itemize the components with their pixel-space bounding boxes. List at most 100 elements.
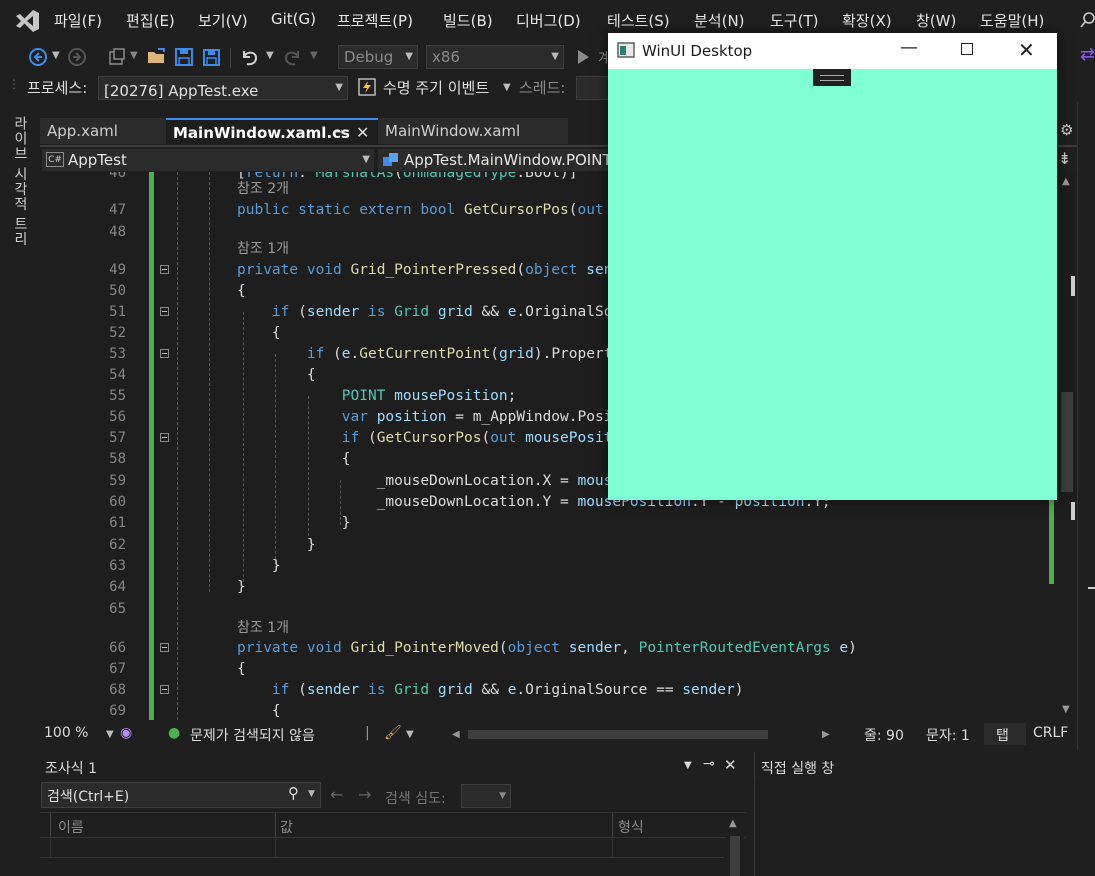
platform-select[interactable]: x86 ▼ xyxy=(426,45,564,69)
horizontal-scrollbar-thumb[interactable] xyxy=(468,730,768,739)
codelens-references[interactable]: 참조 1개 xyxy=(237,239,289,260)
menu-file[interactable]: 파일(F) xyxy=(54,10,102,31)
collapse-icon[interactable] xyxy=(160,643,169,652)
cursor-line[interactable]: 줄: 90 xyxy=(864,725,904,745)
configuration-select[interactable]: Debug ▼ xyxy=(338,45,418,69)
column-header-value[interactable]: 값 xyxy=(280,817,293,837)
scrollbar-thumb[interactable] xyxy=(1061,392,1073,492)
codelens-references[interactable]: 참조 2개 xyxy=(237,179,289,200)
open-folder-icon[interactable] xyxy=(146,46,168,68)
save-all-icon[interactable] xyxy=(200,46,222,68)
zoom-dropdown-icon[interactable]: ▼ xyxy=(106,729,114,740)
search-icon[interactable] xyxy=(1080,10,1095,30)
back-dropdown-icon[interactable]: ▼ xyxy=(52,50,60,61)
undo-icon[interactable] xyxy=(238,46,260,68)
scrollbar-thumb[interactable] xyxy=(730,836,740,876)
menu-test[interactable]: 테스트(S) xyxy=(607,10,670,31)
member-select[interactable]: AppTest.MainWindow.POINT xyxy=(378,149,612,171)
cursor-column[interactable]: 문자: 1 xyxy=(926,725,970,745)
forward-icon xyxy=(68,48,86,66)
menu-view[interactable]: 보기(V) xyxy=(198,10,248,31)
process-select[interactable]: [20276] AppTest.exe ▼ xyxy=(98,76,348,100)
code-line: 64} xyxy=(109,579,246,595)
app-window-titlebar[interactable]: WinUI Desktop — ✕ xyxy=(608,33,1057,69)
watch-empty-row[interactable] xyxy=(40,838,724,858)
scroll-down-icon[interactable]: ▼ xyxy=(1062,704,1070,715)
code-line: 62 } xyxy=(109,537,316,553)
xaml-debug-toolbar-handle[interactable] xyxy=(813,69,851,86)
live-visual-tree-tab[interactable]: 라이브 시각적 트리 xyxy=(10,116,30,247)
menu-debug[interactable]: 디버그(D) xyxy=(516,10,581,31)
search-icon[interactable]: ⚲ xyxy=(288,784,299,802)
menu-git[interactable]: Git(G) xyxy=(271,10,316,28)
immediate-input-area[interactable] xyxy=(755,780,1095,876)
maximize-icon[interactable] xyxy=(961,43,973,55)
lifecycle-events-label[interactable]: 수명 주기 이벤트 xyxy=(383,77,489,98)
tab-app-xaml[interactable]: App.xaml xyxy=(40,118,166,144)
menu-analyze[interactable]: 분석(N) xyxy=(694,10,745,31)
app-window-winui-desktop[interactable]: WinUI Desktop — ✕ xyxy=(608,33,1057,500)
new-project-dropdown-icon[interactable]: ▼ xyxy=(130,50,138,61)
scroll-up-icon[interactable]: ▲ xyxy=(1062,176,1070,187)
menu-extensions[interactable]: 확장(X) xyxy=(842,10,892,31)
menu-edit[interactable]: 편집(E) xyxy=(126,10,175,31)
collapse-icon[interactable] xyxy=(160,307,169,316)
close-icon[interactable]: ✕ xyxy=(724,756,737,774)
project-value: AppTest xyxy=(68,151,127,169)
scroll-right-icon[interactable]: ▶ xyxy=(822,729,830,740)
save-icon[interactable] xyxy=(173,46,195,68)
editor-vertical-scrollbar[interactable]: ▲ ▼ xyxy=(1057,172,1077,720)
column-header-type[interactable]: 형식 xyxy=(618,817,644,837)
tab-mainwindow-xaml-cs[interactable]: MainWindow.xaml.cs ⊸ ✕ xyxy=(166,118,378,144)
indent-mode[interactable]: 탭 xyxy=(984,723,1026,745)
search-depth-select[interactable]: ▼ xyxy=(461,784,511,808)
pin-icon[interactable]: ⊸ xyxy=(334,120,345,146)
lifecycle-events-icon[interactable] xyxy=(358,78,376,96)
lifecycle-dropdown-icon[interactable]: ▼ xyxy=(503,82,511,93)
tab-mainwindow-xaml[interactable]: MainWindow.xaml xyxy=(378,118,568,144)
minimize-icon[interactable]: — xyxy=(900,37,918,58)
menu-help[interactable]: 도움말(H) xyxy=(980,10,1044,31)
issues-status[interactable]: 문제가 검색되지 않음 xyxy=(190,725,315,745)
collapse-icon[interactable] xyxy=(160,349,169,358)
intellicode-icon[interactable]: ◉ xyxy=(120,725,132,741)
column-divider[interactable] xyxy=(275,813,276,837)
codelens-references[interactable]: 참조 1개 xyxy=(237,618,289,639)
watch-search-input[interactable]: 검색(Ctrl+E) ⚲ ▼ xyxy=(41,782,321,808)
close-icon[interactable]: ✕ xyxy=(1018,38,1035,62)
menu-tools[interactable]: 도구(T) xyxy=(770,10,818,31)
cleanup-brush-icon[interactable]: 🖌 xyxy=(384,725,402,741)
pin-icon[interactable]: ⊸ xyxy=(703,756,715,772)
collapse-icon[interactable] xyxy=(160,265,169,274)
cleanup-dropdown-icon[interactable]: ▼ xyxy=(406,729,414,740)
zoom-level[interactable]: 100 % xyxy=(44,725,88,741)
split-icon[interactable]: ⇟ xyxy=(1058,149,1071,168)
back-icon[interactable] xyxy=(27,46,49,68)
watch-header-row: 이름 값 형식 xyxy=(40,812,746,838)
line-endings[interactable]: CRLF xyxy=(1033,725,1068,741)
menu-build[interactable]: 빌드(B) xyxy=(443,10,493,31)
menu-project[interactable]: 프로젝트(P) xyxy=(337,10,413,31)
scroll-up-icon[interactable]: ▲ xyxy=(729,818,737,829)
chevron-down-icon[interactable]: ▼ xyxy=(308,789,315,799)
gear-icon[interactable]: ⚙ xyxy=(1060,121,1073,139)
column-header-name[interactable]: 이름 xyxy=(58,817,84,837)
continue-icon[interactable] xyxy=(572,46,594,68)
menu-window[interactable]: 창(W) xyxy=(916,10,956,31)
new-project-icon[interactable] xyxy=(106,46,128,68)
collapse-icon[interactable] xyxy=(160,685,169,694)
column-divider[interactable] xyxy=(612,813,613,837)
app-window-title: WinUI Desktop xyxy=(642,42,753,60)
toolbar-separator xyxy=(230,48,231,68)
live-share-icon[interactable]: ⇄ xyxy=(1080,44,1095,65)
struct-icon xyxy=(383,153,398,166)
watch-vertical-scrollbar[interactable]: ▲ xyxy=(726,814,744,876)
scroll-left-icon[interactable]: ◀ xyxy=(452,729,460,740)
visual-studio-logo-icon[interactable] xyxy=(14,9,40,33)
window-options-icon[interactable]: ▼ xyxy=(684,760,692,771)
close-icon[interactable]: ✕ xyxy=(356,120,369,146)
undo-dropdown-icon[interactable]: ▼ xyxy=(266,50,274,61)
project-select[interactable]: C# AppTest ▼ xyxy=(42,149,374,171)
collapse-icon[interactable] xyxy=(160,433,169,442)
status-separator: | xyxy=(365,725,370,741)
